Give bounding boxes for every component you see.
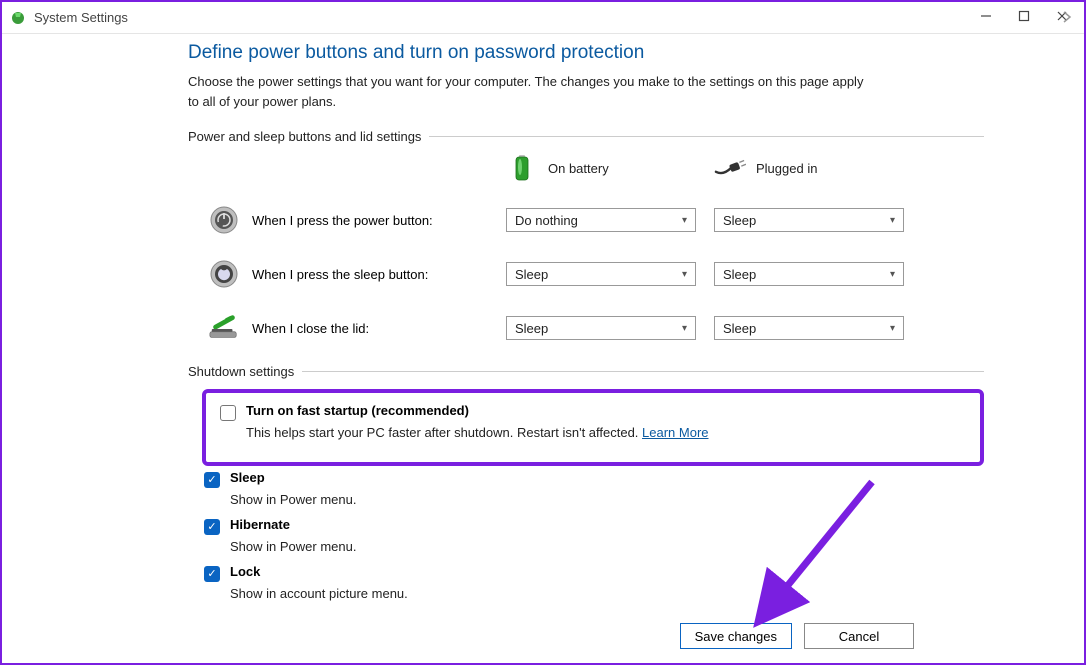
- power-grid: On battery Plugged in: [208, 154, 984, 344]
- lock-desc: Show in account picture menu.: [230, 586, 984, 601]
- titlebar: System Settings: [2, 2, 1084, 34]
- lock-label: Lock: [230, 564, 260, 579]
- sleep-button-battery-select[interactable]: Sleep ▾: [506, 262, 696, 286]
- fast-startup-desc: This helps start your PC faster after sh…: [246, 425, 966, 440]
- hibernate-label: Hibernate: [230, 517, 290, 532]
- sleep-checkbox[interactable]: [204, 472, 220, 488]
- chevron-down-icon: ▾: [682, 215, 687, 226]
- battery-icon: [506, 154, 538, 182]
- laptop-lid-icon: [208, 312, 240, 344]
- fast-startup-highlight: Turn on fast startup (recommended) This …: [202, 389, 984, 466]
- footer-buttons: Save changes Cancel: [680, 623, 914, 649]
- row-lid-label: When I close the lid:: [208, 312, 488, 344]
- power-button-plugged-select[interactable]: Sleep ▾: [714, 208, 904, 232]
- learn-more-link[interactable]: Learn More: [642, 425, 708, 440]
- app-icon: [10, 10, 26, 26]
- power-button-battery-select[interactable]: Do nothing ▾: [506, 208, 696, 232]
- sleep-desc: Show in Power menu.: [230, 492, 984, 507]
- row-power-button-label: When I press the power button:: [208, 204, 488, 236]
- shutdown-settings-list: Turn on fast startup (recommended) This …: [204, 389, 984, 601]
- chevron-down-icon: ▾: [890, 269, 895, 280]
- power-button-icon: [208, 204, 240, 236]
- sleep-button-icon: [208, 258, 240, 290]
- fast-startup-checkbox[interactable]: [220, 405, 236, 421]
- sleep-button-plugged-select[interactable]: Sleep ▾: [714, 262, 904, 286]
- chevron-down-icon: ▾: [890, 215, 895, 226]
- hibernate-desc: Show in Power menu.: [230, 539, 984, 554]
- chevron-down-icon: ▾: [682, 269, 687, 280]
- chevron-down-icon: ▾: [682, 323, 687, 334]
- minimize-button[interactable]: [980, 10, 992, 25]
- plug-icon: [714, 154, 746, 182]
- column-plugged-in: Plugged in: [714, 154, 904, 182]
- lock-checkbox[interactable]: [204, 566, 220, 582]
- section-buttons-lid: Power and sleep buttons and lid settings: [188, 129, 984, 144]
- sleep-label: Sleep: [230, 470, 265, 485]
- page-description: Choose the power settings that you want …: [188, 72, 868, 111]
- window-title: System Settings: [34, 10, 128, 25]
- forward-chevron-icon: [1062, 10, 1072, 27]
- save-changes-button[interactable]: Save changes: [680, 623, 792, 649]
- maximize-button[interactable]: [1018, 10, 1030, 25]
- hibernate-checkbox[interactable]: [204, 519, 220, 535]
- lid-battery-select[interactable]: Sleep ▾: [506, 316, 696, 340]
- column-on-battery: On battery: [506, 154, 696, 182]
- page-title: Define power buttons and turn on passwor…: [188, 42, 984, 64]
- content-area: Define power buttons and turn on passwor…: [2, 34, 1084, 601]
- lid-plugged-select[interactable]: Sleep ▾: [714, 316, 904, 340]
- window-controls: [980, 10, 1068, 25]
- cancel-button[interactable]: Cancel: [804, 623, 914, 649]
- section-shutdown: Shutdown settings: [188, 364, 984, 379]
- row-sleep-button-label: When I press the sleep button:: [208, 258, 488, 290]
- fast-startup-label: Turn on fast startup (recommended): [246, 403, 469, 418]
- chevron-down-icon: ▾: [890, 323, 895, 334]
